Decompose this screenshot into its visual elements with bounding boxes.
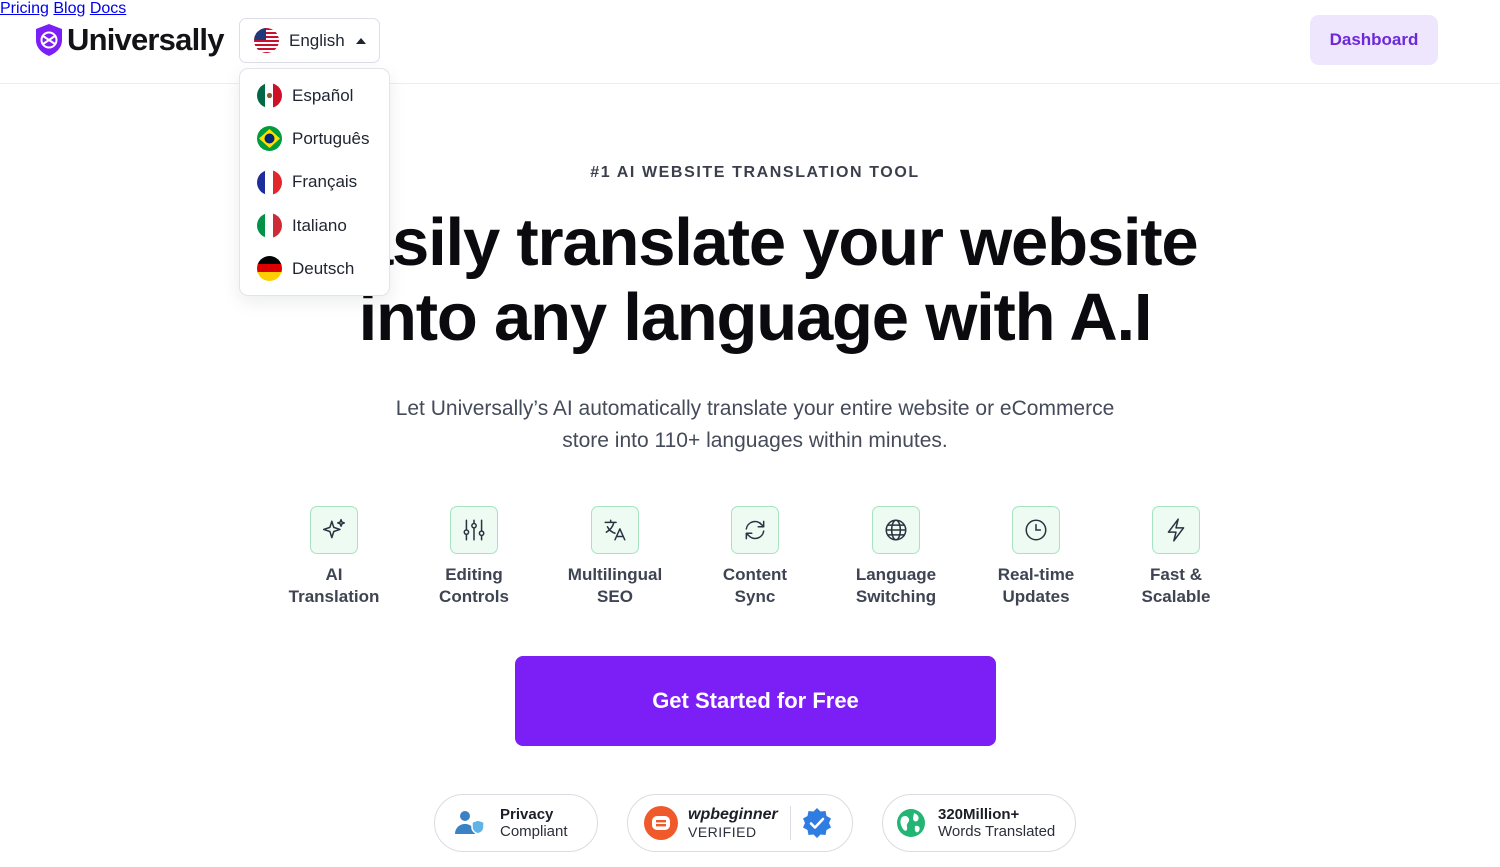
privacy-badge: Privacy Compliant <box>434 794 598 852</box>
privacy-title: Privacy <box>500 805 554 823</box>
shield-logo-icon <box>36 24 62 56</box>
language-dropdown: Español Português Français Italiano Deut… <box>239 68 390 296</box>
language-option-spanish[interactable]: Español <box>240 74 389 117</box>
feature-title: Fast & <box>1150 565 1202 584</box>
language-option-label: Português <box>292 128 370 148</box>
subtitle-line-1: Let Universally’s AI automatically trans… <box>395 397 1115 420</box>
nav-pricing[interactable]: Pricing <box>0 0 49 17</box>
feature-title: Real-time <box>997 565 1075 584</box>
wpbeginner-verified: VERIFIED <box>688 823 757 840</box>
feature-language-switching: Language Switching <box>826 506 966 608</box>
wpbeginner-logo-icon <box>644 806 678 840</box>
feature-title: Multilingual <box>567 565 663 584</box>
badge-divider <box>789 806 791 840</box>
sparkles-icon <box>310 506 358 554</box>
language-option-label: Italiano <box>292 215 347 235</box>
feature-title: Translation <box>288 587 380 606</box>
language-option-label: Deutsch <box>292 258 355 278</box>
privacy-subtitle: Compliant <box>500 822 568 840</box>
words-subtitle: Words Translated <box>938 822 1056 840</box>
subtitle-line-2: store into 110+ languages within minutes… <box>562 429 948 452</box>
language-option-french[interactable]: Français <box>240 161 389 204</box>
wpbeginner-badge: wpbeginner VERIFIED <box>627 794 853 852</box>
feature-fast-scalable: Fast & Scalable <box>1106 506 1246 608</box>
feature-editing-controls: Editing Controls <box>404 506 544 608</box>
sliders-icon <box>450 506 498 554</box>
user-shield-icon <box>455 811 485 835</box>
feature-title: Content <box>722 565 788 584</box>
language-selector[interactable]: English <box>239 18 380 63</box>
feature-title: Controls <box>439 587 509 606</box>
france-flag-icon <box>257 169 282 195</box>
brand-name: Universally <box>67 22 224 57</box>
feature-ai-translation: AI Translation <box>264 506 404 608</box>
feature-title: Language <box>855 565 937 584</box>
site-header: Universally English Pricing Blog Docs Da… <box>0 0 1500 84</box>
hero-subtitle: Let Universally’s AI automatically trans… <box>340 393 1170 457</box>
language-option-label: Español <box>292 85 354 105</box>
italy-flag-icon <box>257 213 282 239</box>
feature-multilingual-seo: Multilingual SEO <box>545 506 685 608</box>
feature-content-sync: Content Sync <box>685 506 825 608</box>
brazil-flag-icon <box>257 126 282 152</box>
globe-earth-icon <box>897 809 925 837</box>
feature-title: Switching <box>855 587 937 606</box>
get-started-button[interactable]: Get Started for Free <box>515 656 996 746</box>
brand-logo[interactable]: Universally <box>34 22 224 58</box>
feature-real-time-updates: Real-time Updates <box>966 506 1106 608</box>
us-flag-icon <box>254 28 279 53</box>
feature-title: Editing <box>445 565 503 584</box>
globe-icon <box>872 506 920 554</box>
current-language: English <box>289 30 345 50</box>
caret-up-icon <box>355 37 366 44</box>
hero-eyebrow: #1 AI WEBSITE TRANSLATION TOOL <box>590 164 920 181</box>
feature-title: Sync <box>734 587 776 606</box>
germany-flag-icon <box>257 256 282 282</box>
language-option-label: Français <box>292 172 358 192</box>
dashboard-button[interactable]: Dashboard <box>1310 15 1438 65</box>
language-option-italian[interactable]: Italiano <box>240 204 389 247</box>
main-nav: Pricing Blog Docs <box>0 0 1500 18</box>
translate-icon <box>591 506 639 554</box>
clock-icon <box>1012 506 1060 554</box>
feature-title: AI <box>325 565 343 584</box>
language-option-german[interactable]: Deutsch <box>240 247 389 290</box>
refresh-icon <box>731 506 779 554</box>
words-count: 320Million+ <box>938 805 1020 823</box>
feature-title: Updates <box>1002 587 1070 606</box>
bolt-icon <box>1152 506 1200 554</box>
mexico-flag-icon <box>257 83 282 109</box>
nav-docs[interactable]: Docs <box>90 0 126 17</box>
words-translated-badge: 320Million+ Words Translated <box>882 794 1076 852</box>
wpbeginner-name: wpbeginner <box>688 805 778 823</box>
feature-title: SEO <box>597 587 633 606</box>
nav-blog[interactable]: Blog <box>53 0 85 17</box>
verified-check-icon <box>802 808 831 838</box>
language-option-portuguese[interactable]: Português <box>240 117 389 160</box>
feature-title: Scalable <box>1141 587 1211 606</box>
